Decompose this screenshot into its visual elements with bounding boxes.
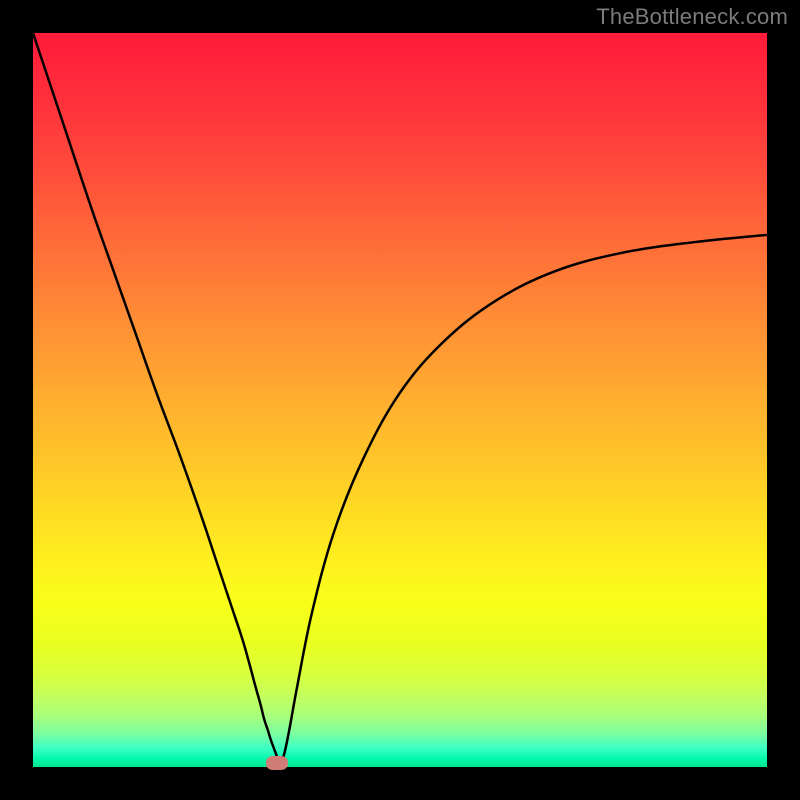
- optimum-marker: [266, 756, 288, 770]
- watermark-text: TheBottleneck.com: [596, 4, 788, 30]
- curve-svg: [33, 33, 767, 767]
- bottleneck-curve: [33, 33, 767, 766]
- plot-area: [33, 33, 767, 767]
- chart-frame: TheBottleneck.com: [0, 0, 800, 800]
